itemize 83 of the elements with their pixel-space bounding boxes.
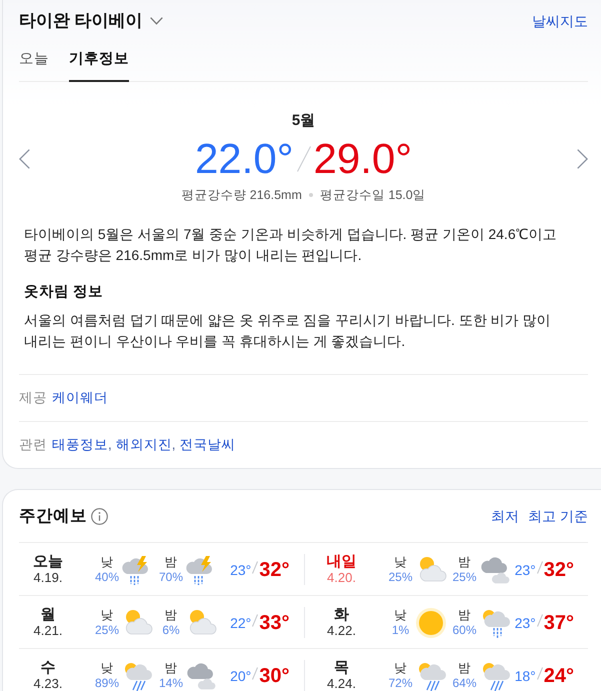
- average-high-temperature: 29.0°: [314, 137, 412, 181]
- high-temperature: 33°: [259, 612, 290, 634]
- related-link[interactable]: 해외지진: [116, 437, 172, 453]
- separator-text: ,: [172, 437, 176, 453]
- period-label: 밤: [164, 554, 178, 570]
- section-title: 주간예보: [19, 506, 87, 526]
- clothing-advice: 서울의 여름처럼 덥기 때문에 얇은 옷 위주로 짐을 꾸리시기 바랍니다. 또한 비가 많이 내리는 편이니 우산이나 우비를 꼭 휴대하시는 게 좋겠습니다.: [24, 311, 552, 351]
- day-date: 4.21.: [34, 623, 62, 638]
- day-date: 4.19.: [34, 570, 62, 585]
- precipitation-chance: 60%: [452, 622, 477, 638]
- sort-option-link[interactable]: 최저: [491, 507, 520, 525]
- period-label: 밤: [458, 554, 471, 570]
- average-low-temperature: 22.0°: [194, 137, 294, 181]
- slash-icon: [296, 146, 310, 172]
- precipitation-chance: 1%: [392, 622, 410, 638]
- precipitation-chance: 25%: [452, 570, 477, 584]
- precipitation-chance: 70%: [158, 570, 184, 584]
- chevron-left-icon[interactable]: [19, 149, 30, 169]
- period-label: 낮: [394, 608, 407, 622]
- separator-dot-icon: [308, 193, 313, 197]
- day-name: 수: [40, 660, 56, 676]
- precipitation-chance: 25%: [94, 622, 120, 638]
- precipitation-chance: 64%: [452, 676, 477, 690]
- chevron-right-icon[interactable]: [577, 149, 588, 169]
- separator-text: ,: [108, 437, 112, 453]
- slash-icon: [536, 667, 543, 680]
- sort-option-link[interactable]: 최고 기준: [528, 507, 588, 525]
- day-date: 4.23.: [34, 676, 62, 691]
- low-temperature: 23°: [514, 614, 536, 632]
- high-temperature: 32°: [544, 558, 574, 580]
- location-dropdown[interactable]: 타이완 타이베이: [19, 10, 163, 32]
- month-label: 5월: [290, 111, 316, 131]
- day-name: 화: [334, 607, 349, 623]
- weather-map-link[interactable]: 날씨지도: [532, 12, 588, 30]
- low-temperature: 22°: [230, 614, 252, 632]
- day-name: 월: [40, 607, 56, 623]
- high-temperature: 24°: [544, 664, 574, 686]
- period-label: 밤: [458, 608, 471, 622]
- day-date: 4.20.: [327, 570, 356, 585]
- related-link[interactable]: 전국날씨: [180, 437, 236, 453]
- provider-label: 제공: [19, 390, 47, 406]
- low-temperature: 23°: [514, 560, 536, 578]
- provider-link[interactable]: 케이웨더: [52, 390, 108, 406]
- precipitation-stat: 평균강수일 15.0일: [320, 187, 426, 204]
- info-icon[interactable]: [91, 508, 108, 524]
- day-name: 내일: [326, 554, 356, 570]
- period-label: 낮: [394, 660, 407, 676]
- slash-icon: [252, 667, 258, 680]
- slash-icon: [536, 614, 543, 627]
- day-name: 오늘: [33, 554, 63, 570]
- period-label: 낮: [100, 608, 114, 622]
- period-label: 낮: [100, 554, 114, 570]
- period-label: 낮: [100, 660, 114, 676]
- precipitation-stat: 평균강수량 216.5mm: [181, 187, 302, 204]
- related-label: 관련: [19, 437, 47, 453]
- slash-icon: [536, 561, 543, 574]
- low-temperature: 23°: [230, 560, 252, 578]
- precipitation-chance: 25%: [388, 570, 413, 584]
- related-link[interactable]: 태풍정보: [52, 437, 108, 453]
- day-date: 4.24.: [327, 676, 356, 691]
- climate-description: 타이베이의 5월은 서울의 7월 중순 기온과 비슷하게 덥습니다. 평균 기온이 24.6℃이고 평균 강수량은 216.5mm로 비가 많이 내리는 편입니다.: [24, 225, 558, 265]
- clothing-heading: 옷차림 정보: [24, 283, 104, 302]
- slash-icon: [252, 614, 258, 627]
- low-temperature: 18°: [514, 666, 536, 684]
- precipitation-chance: 6%: [162, 622, 180, 638]
- period-label: 밤: [164, 608, 178, 622]
- precipitation-chance: 72%: [388, 676, 413, 690]
- high-temperature: 30°: [259, 664, 290, 686]
- low-temperature: 20°: [230, 666, 252, 684]
- period-label: 낮: [394, 554, 407, 570]
- high-temperature: 37°: [544, 612, 574, 634]
- day-name: 목: [334, 660, 349, 676]
- slash-icon: [252, 561, 258, 574]
- tab[interactable]: 오늘: [19, 44, 49, 82]
- precipitation-chance: 40%: [94, 570, 120, 584]
- tab[interactable]: 기후정보: [69, 44, 129, 82]
- precipitation-chance: 89%: [94, 676, 120, 690]
- high-temperature: 32°: [259, 558, 290, 580]
- period-label: 밤: [164, 660, 178, 676]
- chevron-down-icon: [150, 17, 163, 25]
- day-date: 4.22.: [327, 623, 356, 638]
- precipitation-chance: 14%: [158, 676, 184, 690]
- period-label: 밤: [458, 660, 471, 676]
